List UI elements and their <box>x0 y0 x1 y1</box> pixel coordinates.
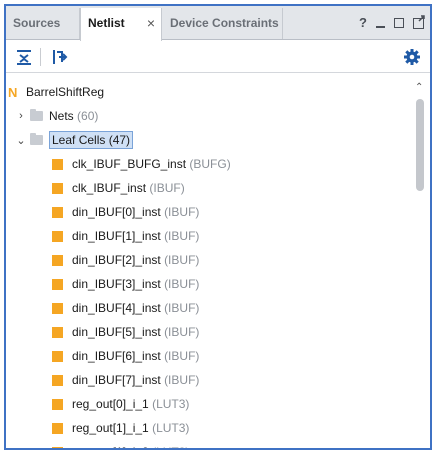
tree-item-cell[interactable]: reg_out[1]_i_1 (LUT3) <box>6 416 412 440</box>
cell-type: (IBUF) <box>164 253 200 267</box>
chevron-down-icon[interactable]: ⌄ <box>16 134 26 147</box>
cell-name: reg_out[1]_i_1 <box>72 421 149 435</box>
cell-name: clk_IBUF_BUFG_inst <box>72 157 187 171</box>
cell-type: (IBUF) <box>164 301 200 315</box>
tree-item-cell[interactable]: din_IBUF[6]_inst (IBUF) <box>6 344 412 368</box>
cell-name: din_IBUF[4]_inst <box>72 301 161 315</box>
vertical-scrollbar[interactable]: ⌃ <box>412 74 428 448</box>
tree-item-leaf-cells[interactable]: ⌄ Leaf Cells (47) <box>6 128 412 152</box>
tree-item-cell[interactable]: reg_out[1]_i_2 (LUT3) <box>6 440 412 448</box>
minimize-icon[interactable] <box>376 26 385 28</box>
cell-name: din_IBUF[5]_inst <box>72 325 161 339</box>
collapse-all-icon[interactable] <box>14 47 34 67</box>
leaf-cell-icon <box>52 158 63 170</box>
leaf-cell-icon <box>52 350 63 362</box>
cell-name: din_IBUF[0]_inst <box>72 205 161 219</box>
tree-item-cell[interactable]: din_IBUF[3]_inst (IBUF) <box>6 272 412 296</box>
leaf-cell-icon <box>52 422 63 434</box>
cell-type: (BUFG) <box>189 157 231 171</box>
cell-type: (LUT3) <box>152 397 190 411</box>
cell-type: (LUT3) <box>152 445 189 448</box>
tab-netlist-label: Netlist <box>88 16 125 30</box>
expand-all-icon[interactable] <box>50 47 70 67</box>
leaf-cell-icon <box>52 230 63 242</box>
folder-icon <box>30 133 43 145</box>
tab-netlist[interactable]: Netlist × <box>80 8 162 41</box>
tree-root[interactable]: N BarrelShiftReg <box>6 80 412 104</box>
cell-type: (IBUF) <box>164 205 200 219</box>
float-window-icon[interactable] <box>413 14 425 29</box>
cell-name: clk_IBUF_inst <box>72 181 147 195</box>
scroll-up-icon[interactable]: ⌃ <box>415 82 423 93</box>
tab-bar: Sources Netlist × Device Constraints ? <box>6 6 430 41</box>
tree-item-cell[interactable]: din_IBUF[1]_inst (IBUF) <box>6 224 412 248</box>
tree-item-nets[interactable]: › Nets (60) <box>6 104 412 128</box>
tree-item-cell[interactable]: din_IBUF[7]_inst (IBUF) <box>6 368 412 392</box>
netlist-logo-icon: N <box>8 84 18 100</box>
tree-item-cell[interactable]: clk_IBUF_inst (IBUF) <box>6 176 412 200</box>
tree-item-cell[interactable]: clk_IBUF_BUFG_inst (BUFG) <box>6 152 412 176</box>
leaf-cell-icon <box>52 254 63 266</box>
help-icon[interactable]: ? <box>359 15 367 31</box>
leaf-cell-icon <box>52 326 63 338</box>
tree-item-cell[interactable]: din_IBUF[4]_inst (IBUF) <box>6 296 412 320</box>
maximize-icon[interactable] <box>394 18 404 28</box>
tab-sources[interactable]: Sources <box>6 8 80 39</box>
toolbar-separator <box>40 48 41 66</box>
tree-item-cell[interactable]: reg_out[0]_i_1 (LUT3) <box>6 392 412 416</box>
leaf-cell-icon <box>52 206 63 218</box>
window-controls: ? <box>359 14 425 31</box>
leaf-cell-icon <box>52 302 63 314</box>
leaf-cell-icon <box>52 182 63 194</box>
folder-icon <box>30 109 43 121</box>
leaf-cell-icon <box>52 398 63 410</box>
nets-count: (60) <box>77 109 99 123</box>
scrollbar-thumb[interactable] <box>416 99 424 191</box>
tree-item-cell[interactable]: din_IBUF[5]_inst (IBUF) <box>6 320 412 344</box>
tab-device-constraints[interactable]: Device Constraints <box>163 8 283 39</box>
cell-type: (LUT3) <box>152 421 190 435</box>
netlist-window: Sources Netlist × Device Constraints ? N… <box>4 4 432 450</box>
cell-type: (IBUF) <box>164 373 200 387</box>
close-icon[interactable]: × <box>147 8 155 38</box>
cell-type: (IBUF) <box>164 325 200 339</box>
nets-label: Nets <box>49 109 74 123</box>
cell-type: (IBUF) <box>164 349 200 363</box>
cell-type: (IBUF) <box>164 277 200 291</box>
cell-name: din_IBUF[3]_inst <box>72 277 161 291</box>
gear-icon[interactable] <box>402 47 422 67</box>
toolbar <box>6 41 430 73</box>
leaf-cell-icon <box>52 446 63 448</box>
cell-name: din_IBUF[7]_inst <box>72 373 161 387</box>
cell-type: (IBUF) <box>149 181 185 195</box>
leaf-cell-icon <box>52 374 63 386</box>
tree-item-cell[interactable]: din_IBUF[2]_inst (IBUF) <box>6 248 412 272</box>
cell-name: din_IBUF[2]_inst <box>72 253 161 267</box>
root-label: BarrelShiftReg <box>26 85 105 99</box>
cell-name: din_IBUF[6]_inst <box>72 349 161 363</box>
leaf-cell-icon <box>52 278 63 290</box>
cell-name: din_IBUF[1]_inst <box>72 229 161 243</box>
netlist-tree: N BarrelShiftReg › Nets (60) ⌄ Leaf Cell… <box>6 74 412 448</box>
cell-name: reg_out[1]_i_2 <box>72 445 149 448</box>
cell-name: reg_out[0]_i_1 <box>72 397 149 411</box>
tree-item-cell[interactable]: din_IBUF[0]_inst (IBUF) <box>6 200 412 224</box>
chevron-right-icon[interactable]: › <box>16 110 26 122</box>
leaf-cells-label: Leaf Cells (47) <box>49 131 134 149</box>
cell-type: (IBUF) <box>164 229 200 243</box>
